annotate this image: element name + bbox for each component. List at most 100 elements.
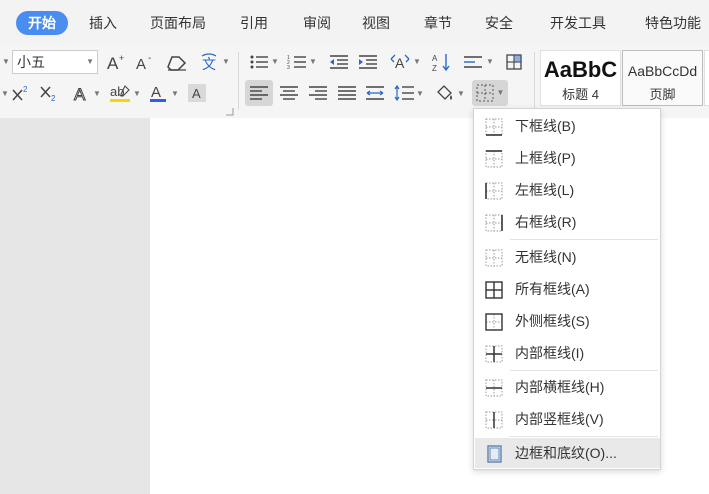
numbered-list-icon[interactable]: 123 (286, 51, 308, 73)
svg-text:Z: Z (432, 64, 437, 72)
justify-icon[interactable] (336, 82, 358, 104)
border-right-icon (485, 214, 503, 232)
menu-divider (510, 370, 658, 371)
grow-font-icon[interactable]: A + (105, 51, 127, 73)
highlight-color-icon[interactable]: ab (108, 82, 132, 104)
menu-item-bottom-border[interactable]: 下框线(B) (475, 111, 660, 141)
document-margin (0, 118, 150, 494)
border-button[interactable]: ▼ (472, 80, 508, 106)
tab-security[interactable]: 安全 (485, 11, 513, 35)
svg-text:A: A (395, 55, 405, 71)
chevron-down-icon: ▼ (86, 57, 94, 66)
menu-item-label: 下框线(B) (515, 118, 576, 134)
style-heading4[interactable]: AaBbC 标题 4 (540, 50, 621, 106)
menu-item-label: 内部竖框线(V) (515, 411, 604, 427)
menu-item-inside-borders[interactable]: 内部框线(I) (475, 338, 660, 368)
chevron-down-icon[interactable]: ▼ (308, 51, 318, 73)
border-icon (476, 84, 494, 102)
menu-item-left-border[interactable]: 左框线(L) (475, 175, 660, 205)
svg-text:A: A (432, 54, 438, 63)
menu-item-all-borders[interactable]: 所有框线(A) (475, 274, 660, 304)
character-shading-icon[interactable]: A (186, 82, 208, 104)
chevron-down-icon[interactable]: ▼ (221, 51, 231, 73)
menu-item-label: 外侧框线(S) (515, 313, 590, 329)
menu-item-borders-and-shading[interactable]: 边框和底纹(O)... (475, 438, 660, 468)
svg-text:3: 3 (287, 65, 290, 70)
style-sample: AaBbCcDd (627, 63, 698, 79)
menu-bar: 开始 插入 页面布局 引用 审阅 视图 章节 安全 开发工具 特色功能 (0, 0, 709, 46)
svg-text:-: - (148, 53, 151, 64)
svg-text:A: A (107, 54, 119, 71)
subscript-icon[interactable]: 2 (38, 82, 60, 104)
menu-divider (510, 436, 658, 437)
svg-text:2: 2 (23, 85, 28, 94)
text-effect-icon[interactable]: A (72, 82, 92, 104)
chevron-down-icon[interactable]: ▼ (485, 51, 495, 73)
line-spacing-icon[interactable] (393, 82, 415, 104)
pinyin-guide-icon[interactable]: 文 (198, 51, 220, 73)
tab-view[interactable]: 视图 (362, 11, 390, 35)
border-inside-horizontal-icon (485, 379, 503, 397)
font-color-icon[interactable]: A (148, 82, 168, 104)
border-outside-icon (485, 313, 503, 331)
tab-page-layout[interactable]: 页面布局 (150, 11, 206, 35)
svg-text:文: 文 (202, 57, 216, 72)
menu-item-label: 边框和底纹(O)... (515, 445, 617, 461)
shading-fill-icon[interactable] (434, 82, 456, 104)
bullet-list-icon[interactable] (248, 51, 270, 73)
decrease-indent-icon[interactable] (328, 51, 350, 73)
border-inside-vertical-icon (485, 411, 503, 429)
dialog-launcher-icon[interactable] (226, 108, 234, 116)
tab-chapter[interactable]: 章节 (424, 11, 452, 35)
menu-item-label: 右框线(R) (515, 214, 577, 230)
style-label: 标题 4 (562, 87, 599, 102)
text-direction-icon[interactable]: A (388, 51, 412, 73)
menu-item-right-border[interactable]: 右框线(R) (475, 207, 660, 237)
menu-item-outside-borders[interactable]: 外侧框线(S) (475, 306, 660, 336)
align-left-icon[interactable] (245, 80, 273, 106)
chevron-down-icon[interactable]: ▼ (415, 83, 425, 105)
border-none-icon (485, 249, 503, 267)
menu-item-label: 左框线(L) (515, 182, 575, 198)
font-size-combo[interactable]: 小五 ▼ (12, 50, 98, 74)
border-all-icon (485, 281, 503, 299)
menu-item-no-border[interactable]: 无框线(N) (475, 242, 660, 272)
font-size-value: 小五 (17, 54, 45, 70)
tab-references[interactable]: 引用 (240, 11, 268, 35)
sort-icon[interactable]: AZ (430, 51, 452, 73)
align-right-icon[interactable] (307, 82, 329, 104)
style-next[interactable] (704, 50, 709, 106)
chevron-down-icon[interactable]: ▼ (456, 83, 466, 105)
style-footer[interactable]: AaBbCcDd 页脚 (622, 50, 703, 106)
clear-format-icon[interactable] (165, 51, 189, 73)
menu-item-inside-horizontal-border[interactable]: 内部横框线(H) (475, 372, 660, 402)
border-left-icon (485, 182, 503, 200)
svg-text:A: A (136, 56, 146, 71)
tab-review[interactable]: 审阅 (303, 11, 331, 35)
svg-text:2: 2 (51, 94, 56, 102)
increase-indent-icon[interactable] (357, 51, 379, 73)
chevron-down-icon[interactable]: ▼ (170, 83, 180, 105)
menu-item-top-border[interactable]: 上框线(P) (475, 143, 660, 173)
chevron-down-icon[interactable]: ▼ (132, 83, 142, 105)
paragraph-spacing-icon[interactable] (462, 51, 484, 73)
chevron-down-icon[interactable]: ▼ (270, 51, 280, 73)
distributed-align-icon[interactable] (364, 82, 386, 104)
menu-item-label: 所有框线(A) (515, 281, 590, 297)
style-sample: AaBbC (543, 57, 618, 82)
border-bottom-icon (485, 118, 503, 136)
table-icon[interactable] (503, 51, 527, 73)
border-dropdown-menu: 下框线(B) 上框线(P) 左框线(L) 右框线(R) 无框线(N) 所有框线(… (473, 108, 661, 470)
superscript-icon[interactable]: 2 (10, 82, 32, 104)
chevron-down-icon[interactable]: ▼ (0, 83, 10, 105)
chevron-down-icon[interactable]: ▼ (92, 83, 102, 105)
tab-insert[interactable]: 插入 (89, 11, 117, 35)
chevron-down-icon[interactable]: ▼ (412, 51, 422, 73)
align-center-icon[interactable] (278, 82, 300, 104)
font-name-dropdown-arrow[interactable]: ▼ (0, 51, 12, 73)
tab-developer[interactable]: 开发工具 (550, 11, 606, 35)
shrink-font-icon[interactable]: A- (134, 51, 156, 73)
tab-special-features[interactable]: 特色功能 (645, 11, 701, 35)
menu-item-inside-vertical-border[interactable]: 内部竖框线(V) (475, 404, 660, 434)
tab-home[interactable]: 开始 (16, 11, 68, 35)
